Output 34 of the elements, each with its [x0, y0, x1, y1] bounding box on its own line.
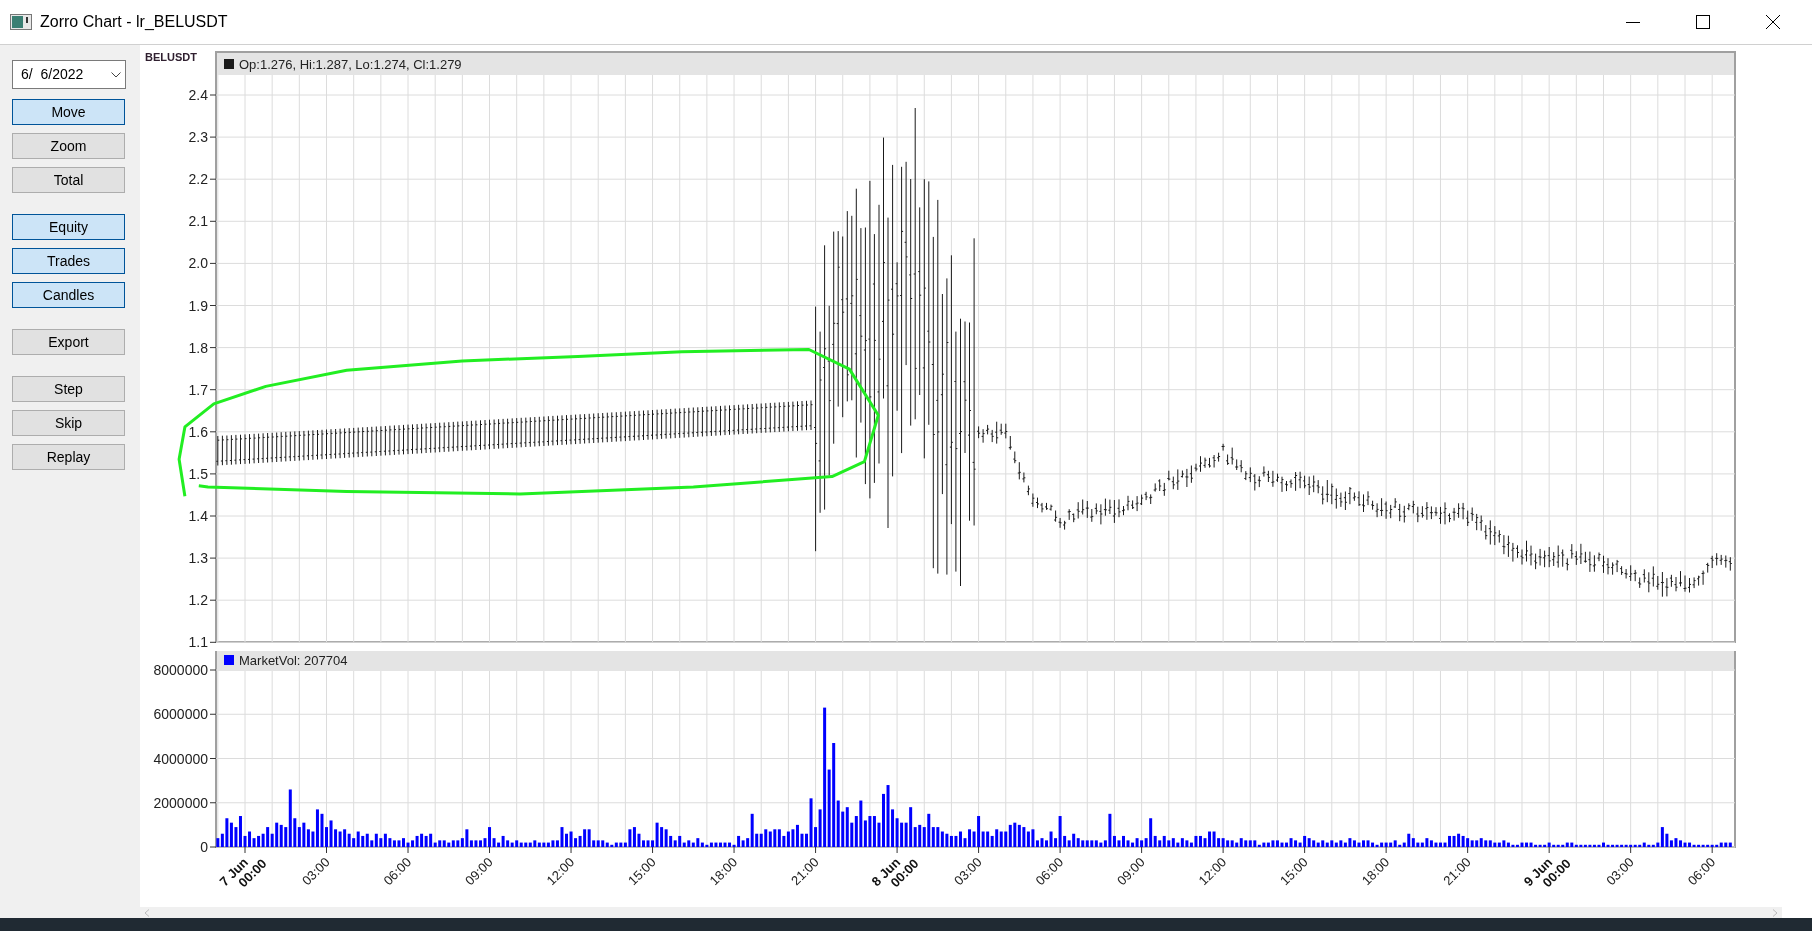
toolbar-button[interactable]: Equity — [12, 214, 125, 240]
toolbar-button[interactable]: Step — [12, 376, 125, 402]
axis-label: 6000000 — [153, 706, 208, 723]
toolbar-button[interactable]: Zoom — [12, 133, 125, 159]
window-title: Zorro Chart - lr_BELUSDT — [40, 12, 228, 32]
toolbar-button[interactable]: Skip — [12, 410, 125, 436]
axis-label: 1.7 — [188, 381, 208, 398]
axis-label: 2.0 — [188, 255, 208, 272]
axis-label: 1.6 — [188, 423, 208, 440]
date-picker[interactable]: 6/ 6/2022 — [12, 60, 126, 89]
toolbar-button[interactable]: Trades — [12, 248, 125, 274]
axis-label: 4000000 — [153, 750, 208, 767]
axis-label: 1.3 — [188, 550, 208, 567]
axis-label: 0 — [200, 839, 208, 855]
axis-label: 8000000 — [153, 662, 208, 678]
axis-label: 1.5 — [188, 465, 208, 482]
toolbar-button[interactable]: Move — [12, 99, 125, 125]
toolbar-button[interactable]: Candles — [12, 282, 125, 308]
symbol-label: BELUSDT — [145, 51, 197, 63]
axis-label: 2.3 — [188, 129, 208, 146]
axis-label: 2.1 — [188, 213, 208, 230]
legend-text: MarketVol: 207704 — [239, 653, 348, 668]
legend-text: Op:1.276, Hi:1.287, Lo:1.274, Cl:1.279 — [239, 57, 462, 72]
axis-label: 2.2 — [188, 171, 208, 188]
axis-label: 1.4 — [188, 508, 208, 524]
axis-label: 1.2 — [188, 592, 208, 609]
axis-label: 1.9 — [188, 297, 208, 314]
axis-label: 1.8 — [188, 339, 208, 356]
toolbar-button[interactable]: Total — [12, 167, 125, 193]
axis-label: 1.1 — [188, 634, 208, 651]
axis-label: 2.4 — [188, 87, 208, 103]
toolbar-button[interactable]: Replay — [12, 444, 125, 470]
toolbar-button[interactable]: Export — [12, 329, 125, 355]
axis-label: 2000000 — [153, 794, 208, 811]
